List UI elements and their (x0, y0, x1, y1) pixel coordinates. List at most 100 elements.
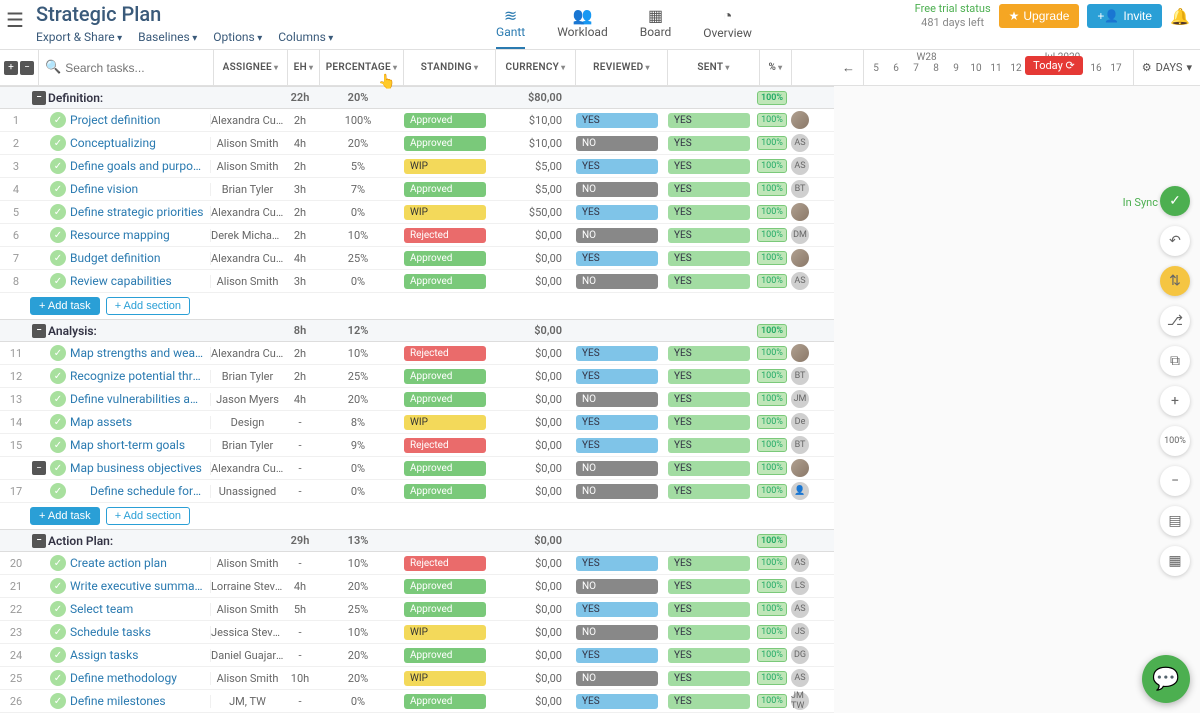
task-pct[interactable]: 0% (316, 695, 400, 708)
avatar[interactable] (791, 111, 809, 129)
check-icon[interactable]: ✓ (50, 345, 66, 361)
check-icon[interactable]: ✓ (50, 181, 66, 197)
task-pct[interactable]: 10% (316, 626, 400, 639)
task-name[interactable]: Select team (70, 602, 210, 616)
task-reviewed[interactable]: YES (576, 346, 658, 361)
task-reviewed[interactable]: NO (576, 484, 658, 499)
avatar[interactable]: BT (791, 367, 809, 385)
task-assignee[interactable]: Lorraine Stevens (210, 580, 284, 593)
task-name[interactable]: Review capabilities (70, 274, 210, 288)
today-button[interactable]: Today ⟳ (1025, 56, 1083, 75)
task-name[interactable]: Recognize potential threats (70, 369, 210, 383)
avatar[interactable]: BT (791, 436, 809, 454)
task-pct[interactable]: 20% (316, 672, 400, 685)
task-eh[interactable]: 4h (284, 252, 316, 265)
task-sent[interactable]: YES (668, 136, 750, 151)
avatar[interactable]: AS (791, 157, 809, 175)
task-name[interactable]: Map strengths and weakness... (70, 346, 210, 360)
task-pct[interactable]: 9% (316, 439, 400, 452)
task-sent[interactable]: YES (668, 579, 750, 594)
task-sent[interactable]: YES (668, 602, 750, 617)
task-name[interactable]: Define schedule for co... (70, 484, 210, 498)
check-icon[interactable]: ✓ (50, 647, 66, 663)
task-currency[interactable]: $10,00 (492, 114, 572, 127)
task-eh[interactable]: - (284, 649, 316, 662)
task-pct[interactable]: 10% (316, 229, 400, 242)
task-assignee[interactable]: Derek Michaels (210, 229, 284, 242)
task-standing[interactable]: Rejected (404, 556, 486, 571)
col-standing[interactable]: STANDING (404, 50, 496, 85)
section-toggle[interactable]: − (32, 534, 46, 548)
task-currency[interactable]: $0,00 (492, 695, 572, 708)
task-currency[interactable]: $0,00 (492, 416, 572, 429)
task-sent[interactable]: YES (668, 671, 750, 686)
task-eh[interactable]: 2h (284, 229, 316, 242)
task-standing[interactable]: Approved (404, 392, 486, 407)
section-title[interactable]: Action Plan: (46, 534, 210, 548)
check-icon[interactable]: ✓ (50, 460, 66, 476)
search-input[interactable] (65, 61, 207, 75)
task-currency[interactable]: $0,00 (492, 393, 572, 406)
task-sent[interactable]: YES (668, 113, 750, 128)
col-pct[interactable]: % (760, 50, 792, 85)
task-pct[interactable]: 25% (316, 603, 400, 616)
task-currency[interactable]: $0,00 (492, 370, 572, 383)
avatar[interactable]: De (791, 413, 809, 431)
avatar[interactable]: DM (791, 226, 809, 244)
task-pct[interactable]: 20% (316, 580, 400, 593)
section-title[interactable]: Definition: (46, 91, 210, 105)
task-currency[interactable]: $0,00 (492, 439, 572, 452)
task-pct[interactable]: 25% (316, 252, 400, 265)
task-name[interactable]: Schedule tasks (70, 625, 210, 639)
avatar[interactable]: AS (791, 554, 809, 572)
check-icon[interactable]: ✓ (50, 670, 66, 686)
task-eh[interactable]: 2h (284, 160, 316, 173)
col-eh[interactable]: EH (288, 50, 320, 85)
task-eh[interactable]: 4h (284, 393, 316, 406)
task-standing[interactable]: Approved (404, 579, 486, 594)
task-pct[interactable]: 20% (316, 137, 400, 150)
task-eh[interactable]: 2h (284, 347, 316, 360)
add-task-button[interactable]: + Add task (30, 507, 100, 525)
task-assignee[interactable]: Alexandra Cuart... (210, 114, 284, 127)
task-sent[interactable]: YES (668, 694, 750, 709)
task-eh[interactable]: 3h (284, 183, 316, 196)
task-reviewed[interactable]: NO (576, 625, 658, 640)
task-eh[interactable]: 10h (284, 672, 316, 685)
map-button[interactable]: ▤ (1160, 506, 1190, 536)
task-standing[interactable]: WIP (404, 625, 486, 640)
tab-overview[interactable]: ◔Overview (703, 6, 752, 49)
avatar[interactable]: JM TW (791, 692, 809, 710)
task-eh[interactable]: 3h (284, 275, 316, 288)
task-sent[interactable]: YES (668, 648, 750, 663)
timeline-back-button[interactable]: ← (834, 50, 864, 85)
task-name[interactable]: Create action plan (70, 556, 210, 570)
undo-button[interactable]: ↶ (1160, 226, 1190, 256)
task-standing[interactable]: Approved (404, 182, 486, 197)
task-reviewed[interactable]: YES (576, 369, 658, 384)
task-eh[interactable]: - (284, 557, 316, 570)
avatar[interactable]: JM (791, 390, 809, 408)
task-reviewed[interactable]: YES (576, 205, 658, 220)
avatar[interactable]: LS (791, 577, 809, 595)
task-name[interactable]: Write executive summary (70, 579, 210, 593)
task-standing[interactable]: Approved (404, 136, 486, 151)
task-reviewed[interactable]: YES (576, 415, 658, 430)
section-toggle[interactable]: − (32, 91, 46, 105)
task-name[interactable]: Define vision (70, 182, 210, 196)
check-icon[interactable]: ✓ (50, 368, 66, 384)
task-name[interactable]: Define strategic priorities (70, 205, 210, 219)
task-name[interactable]: Budget definition (70, 251, 210, 265)
avatar[interactable]: DG (791, 646, 809, 664)
tab-gantt[interactable]: ≋Gantt (496, 6, 525, 49)
task-standing[interactable]: Approved (404, 694, 486, 709)
avatar[interactable] (791, 459, 809, 477)
task-assignee[interactable]: Alexandra Cuart... (210, 347, 284, 360)
task-standing[interactable]: Rejected (404, 346, 486, 361)
check-icon[interactable]: ✓ (50, 437, 66, 453)
task-standing[interactable]: Rejected (404, 438, 486, 453)
avatar[interactable] (791, 249, 809, 267)
zoom-level[interactable]: 100% (1160, 426, 1190, 456)
col-assignee[interactable]: ASSIGNEE (214, 50, 288, 85)
task-pct[interactable]: 10% (316, 347, 400, 360)
